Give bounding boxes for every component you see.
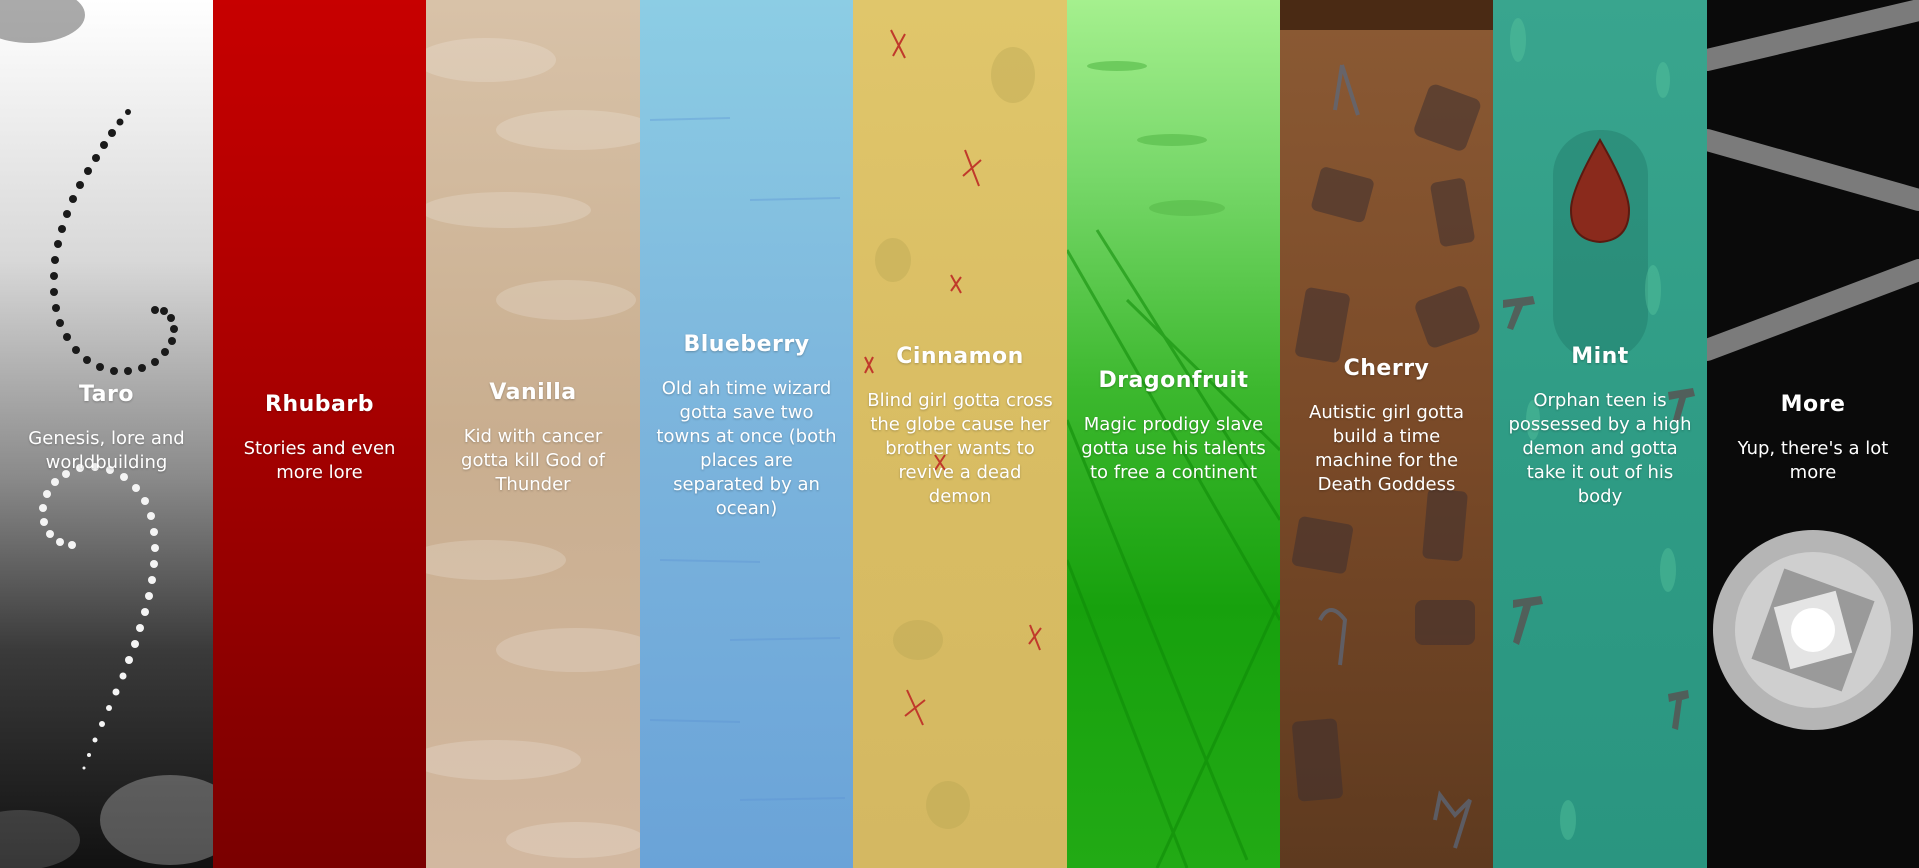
panel-description: Old ah time wizard gotta save two towns … — [656, 378, 837, 519]
panel-title: Cherry — [1343, 356, 1430, 381]
panel-blueberry-content: Blueberry Old ah time wizard gotta save … — [640, 332, 853, 521]
panel-mint-content: Mint Orphan teen is possessed by a high … — [1493, 344, 1707, 509]
rose-icon — [1713, 530, 1913, 730]
panel-title: Taro — [79, 382, 134, 407]
panel-title: More — [1780, 392, 1846, 417]
panel-title: Blueberry — [683, 332, 810, 357]
panel-rhubarb-content: Rhubarb Stories and even more lore — [213, 392, 426, 485]
panel-more-content: More Yup, there's a lot more — [1707, 392, 1919, 485]
panel-description: Yup, there's a lot more — [1737, 438, 1889, 483]
panel-description: Genesis, lore and worldbuilding — [28, 428, 185, 473]
panel-rhubarb[interactable]: Rhubarb Stories and even more lore — [213, 0, 426, 868]
panel-cinnamon-content: Cinnamon Blind girl gotta cross the glob… — [853, 344, 1067, 509]
panel-vanilla-content: Vanilla Kid with cancer gotta kill God o… — [426, 380, 640, 497]
panel-taro-content: Taro Genesis, lore and worldbuilding — [0, 382, 213, 475]
panel-blueberry[interactable]: Blueberry Old ah time wizard gotta save … — [640, 0, 853, 868]
story-panel-strip: Taro Genesis, lore and worldbuilding Rhu… — [0, 0, 1919, 868]
panel-description: Kid with cancer gotta kill God of Thunde… — [461, 426, 605, 495]
panel-description: Blind girl gotta cross the globe cause h… — [867, 390, 1053, 507]
panel-mint[interactable]: Mint Orphan teen is possessed by a high … — [1493, 0, 1707, 868]
panel-description: Autistic girl gotta build a time machine… — [1309, 402, 1464, 495]
panel-title: Rhubarb — [265, 392, 374, 417]
panel-cherry[interactable]: Cherry Autistic girl gotta build a time … — [1280, 0, 1493, 868]
demon-flame-icon — [1569, 138, 1631, 244]
panel-cherry-content: Cherry Autistic girl gotta build a time … — [1280, 356, 1493, 497]
panel-description: Orphan teen is possessed by a high demon… — [1508, 390, 1692, 507]
panel-vanilla[interactable]: Vanilla Kid with cancer gotta kill God o… — [426, 0, 640, 868]
panel-title: Cinnamon — [896, 344, 1024, 369]
panel-description: Magic prodigy slave gotta use his talent… — [1081, 414, 1266, 483]
panel-more[interactable]: More Yup, there's a lot more — [1707, 0, 1919, 868]
panel-title: Dragonfruit — [1098, 368, 1249, 393]
panel-title: Mint — [1571, 344, 1629, 369]
panel-dragonfruit-content: Dragonfruit Magic prodigy slave gotta us… — [1067, 368, 1280, 485]
panel-taro[interactable]: Taro Genesis, lore and worldbuilding — [0, 0, 213, 868]
panel-dragonfruit[interactable]: Dragonfruit Magic prodigy slave gotta us… — [1067, 0, 1280, 868]
panel-description: Stories and even more lore — [243, 438, 396, 483]
panel-cinnamon[interactable]: Cinnamon Blind girl gotta cross the glob… — [853, 0, 1067, 868]
panel-title: Vanilla — [489, 380, 577, 405]
